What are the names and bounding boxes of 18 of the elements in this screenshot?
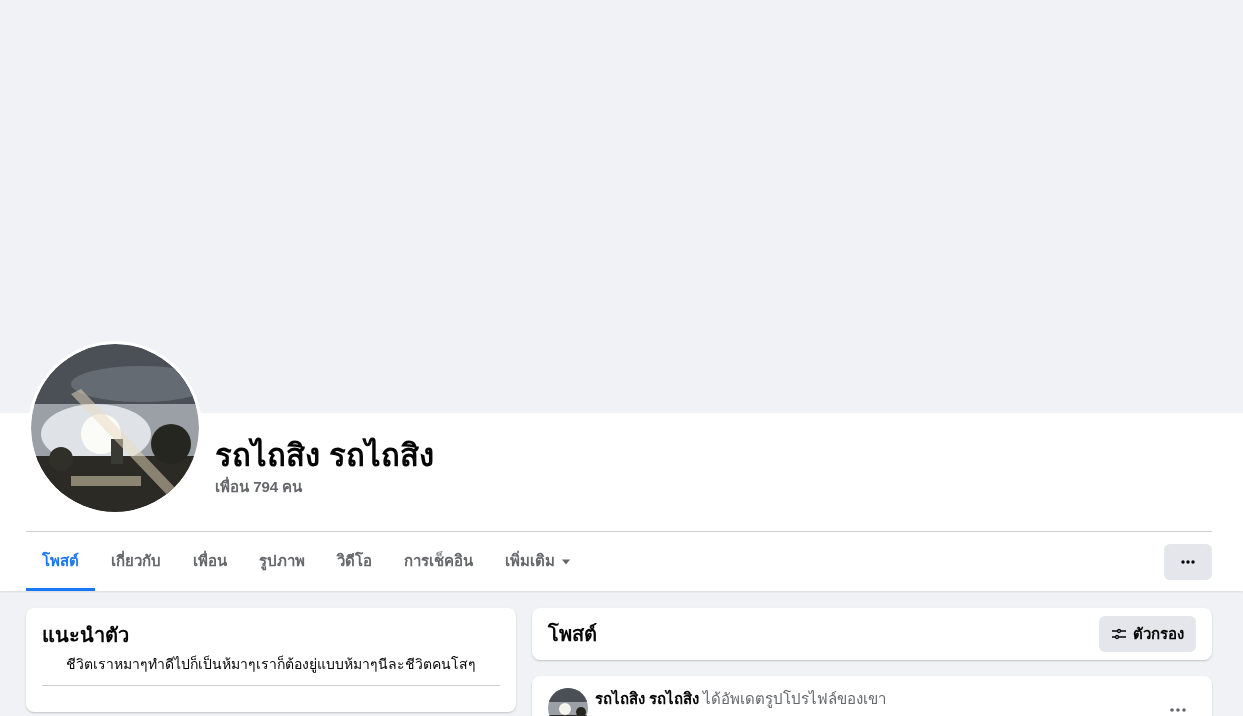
- bio-text: ชีวิตเราหมาๆทำดีไปก็เป็นห้มาๆเราก็ต้องยู่แบบห้มาๆนีละชีวิตคนโสๆ: [65, 654, 477, 675]
- profile-name: รถไถสิง รถไถสิง: [215, 436, 434, 475]
- filter-icon: [1111, 628, 1127, 640]
- more-icon: [1181, 559, 1195, 564]
- filter-button[interactable]: ตัวกรอง: [1099, 616, 1196, 652]
- card-title: แนะนำตัว: [42, 623, 130, 648]
- more-options-button[interactable]: [1164, 543, 1212, 580]
- profile-tab[interactable]: เพื่อน: [177, 532, 243, 591]
- profile-tab[interactable]: โพสต์: [26, 532, 95, 591]
- profile-tab[interactable]: วิดีโอ: [321, 532, 388, 591]
- profile-tab[interactable]: รูปภาพ: [243, 532, 321, 591]
- profile-tab[interactable]: เพิ่มเติม: [489, 532, 587, 591]
- more-icon: [1170, 708, 1186, 712]
- profile-tab[interactable]: เกี่ยวกับ: [95, 532, 177, 591]
- friend-count[interactable]: เพื่อน 794 คน: [215, 477, 434, 497]
- post-headline: รถไถสิง รถไถสิง ได้อัพเดตรูปโปรไฟล์ของเขา: [595, 690, 887, 707]
- card-title: โพสต์: [548, 621, 597, 647]
- profile-tab[interactable]: การเช็คอิน: [388, 532, 489, 591]
